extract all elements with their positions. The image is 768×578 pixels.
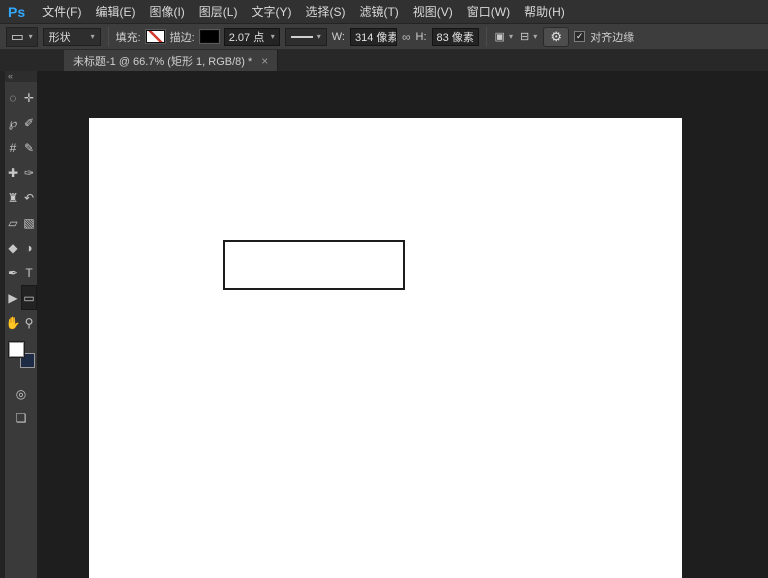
fill-swatch[interactable]	[144, 29, 166, 44]
zoom-tool[interactable]: ⚲	[21, 310, 37, 335]
menu-type[interactable]: 文字(Y)	[244, 3, 298, 20]
menu-select[interactable]: 选择(S)	[298, 3, 352, 20]
document-tab[interactable]: 未标题-1 @ 66.7% (矩形 1, RGB/8) * ×	[64, 50, 279, 71]
drawn-rectangle-shape[interactable]	[223, 240, 405, 290]
chevron-down-icon: ▾	[28, 32, 33, 41]
photoshop-window: Ps 文件(F) 编辑(E) 图像(I) 图层(L) 文字(Y) 选择(S) 滤…	[0, 0, 768, 578]
dodge-tool[interactable]: ◑	[21, 235, 37, 260]
brush-tool[interactable]: ✑	[21, 160, 37, 185]
chevron-down-icon: ▾	[270, 32, 275, 41]
divider	[485, 26, 487, 47]
align-edges-label: 对齐边缘	[590, 31, 635, 44]
menu-file[interactable]: 文件(F)	[35, 3, 88, 20]
stroke-width-value: 2.07 点	[228, 31, 265, 44]
solid-line-icon	[290, 35, 313, 38]
type-tool[interactable]: T	[21, 260, 37, 285]
history-brush-tool[interactable]: ↶	[21, 185, 37, 210]
document-canvas[interactable]	[89, 118, 682, 578]
menu-window[interactable]: 窗口(W)	[460, 3, 517, 20]
chevron-down-icon: ▾	[508, 32, 513, 41]
chevron-down-icon: ▾	[90, 32, 95, 41]
stroke-style-select[interactable]: ▾	[284, 27, 327, 46]
checkmark-icon: ✓	[575, 31, 584, 41]
height-label: H:	[415, 30, 427, 43]
tool-mode-value: 形状	[48, 31, 71, 44]
clone-stamp-tool[interactable]: ♜	[5, 185, 21, 210]
menu-image[interactable]: 图像(I)	[142, 3, 191, 20]
height-value: 83 像素	[436, 31, 474, 44]
path-alignment-button[interactable]: ⊟ ▾	[519, 30, 538, 43]
tool-grid: ◌ ✛ ℘ ✐ # ✎ ✚ ✑ ♜ ↶ ▱ ▧ ◆ ◑ ✒ T ▶ ▭ ✋ ⚲	[5, 85, 37, 335]
blur-tool[interactable]: ◆	[5, 235, 21, 260]
document-tab-title: 未标题-1 @ 66.7% (矩形 1, RGB/8) *	[73, 55, 253, 68]
foreground-color-swatch[interactable]	[9, 342, 24, 357]
tool-preset-dropdown[interactable]: ▭ ▾	[6, 26, 38, 47]
workspace: « ◌ ✛ ℘ ✐ # ✎ ✚ ✑ ♜ ↶ ▱ ▧ ◆ ◑ ✒ T ▶ ▭ ✋	[0, 71, 768, 578]
close-tab-icon[interactable]: ×	[261, 54, 268, 68]
photoshop-logo: Ps	[8, 3, 26, 20]
eraser-tool[interactable]: ▱	[5, 210, 21, 235]
path-operations-icon: ▣	[494, 31, 505, 43]
menu-help[interactable]: 帮助(H)	[517, 3, 572, 20]
gradient-tool[interactable]: ▧	[21, 210, 37, 235]
spot-healing-brush-tool[interactable]: ✚	[5, 160, 21, 185]
tool-mode-select[interactable]: 形状 ▾	[42, 27, 101, 46]
color-swatches	[5, 340, 37, 382]
align-edges-checkbox[interactable]: ✓	[574, 31, 586, 42]
canvas-area	[37, 71, 768, 578]
path-selection-tool[interactable]: ▶	[5, 285, 21, 310]
stroke-swatch[interactable]	[198, 29, 220, 44]
menu-edit[interactable]: 编辑(E)	[88, 3, 142, 20]
screen-mode-button[interactable]: ❏	[5, 406, 37, 430]
document-tab-bar: 未标题-1 @ 66.7% (矩形 1, RGB/8) * ×	[0, 50, 768, 71]
chevron-down-icon: ▾	[533, 32, 538, 41]
path-operations-button[interactable]: ▣ ▾	[494, 30, 514, 43]
rectangle-tool[interactable]: ▭	[21, 285, 37, 310]
link-dimensions-icon[interactable]: ∞	[402, 30, 411, 44]
width-value: 314 像素	[354, 31, 397, 44]
chevron-down-icon: ▾	[316, 32, 321, 41]
tools-panel: « ◌ ✛ ℘ ✐ # ✎ ✚ ✑ ♜ ↶ ▱ ▧ ◆ ◑ ✒ T ▶ ▭ ✋	[0, 71, 37, 578]
quick-mask-button[interactable]: ◎	[5, 382, 37, 406]
gear-icon: ⚙	[550, 28, 563, 44]
move-tool[interactable]: ✛	[21, 85, 37, 110]
menu-filter[interactable]: 滤镜(T)	[352, 3, 405, 20]
rectangle-tool-icon: ▭	[11, 28, 24, 44]
path-alignment-icon: ⊟	[519, 31, 530, 43]
quick-selection-tool[interactable]: ✐	[21, 110, 37, 135]
lasso-tool[interactable]: ℘	[5, 110, 21, 135]
height-input[interactable]: 83 像素	[431, 27, 479, 46]
menu-layer[interactable]: 图层(L)	[192, 3, 245, 20]
pen-tool[interactable]: ✒	[5, 260, 21, 285]
fill-label: 填充:	[115, 31, 141, 44]
eyedropper-tool[interactable]: ✎	[21, 135, 37, 160]
divider	[107, 26, 109, 47]
width-label: W:	[331, 30, 345, 43]
geometry-options-button[interactable]: ⚙	[543, 26, 570, 47]
width-input[interactable]: 314 像素	[349, 27, 397, 46]
crop-tool[interactable]: #	[5, 135, 21, 160]
stroke-label: 描边:	[169, 31, 195, 44]
hand-tool[interactable]: ✋	[5, 310, 21, 335]
elliptical-marquee-tool[interactable]: ◌	[5, 85, 21, 110]
collapse-panel-button[interactable]: «	[5, 71, 37, 82]
menu-view[interactable]: 视图(V)	[406, 3, 460, 20]
options-bar: ▭ ▾ 形状 ▾ 填充: 描边: 2.07 点 ▾ ▾ W: 314 像素 ∞ …	[0, 24, 768, 50]
stroke-width-input[interactable]: 2.07 点 ▾	[223, 27, 280, 46]
menu-bar: Ps 文件(F) 编辑(E) 图像(I) 图层(L) 文字(Y) 选择(S) 滤…	[0, 0, 768, 24]
